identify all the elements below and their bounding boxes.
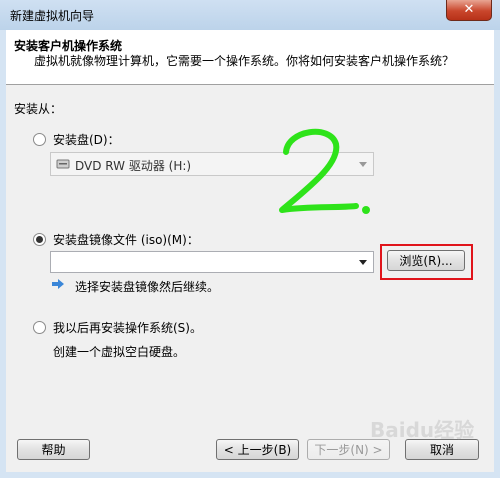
close-icon: ✕: [463, 2, 475, 17]
install-from-label: 安装从：: [14, 102, 63, 116]
page-title: 安装客户机操作系统: [14, 39, 123, 53]
handwritten-annotation: [279, 128, 370, 214]
later-radio-label[interactable]: 我以后再安装操作系统(S)。: [53, 319, 202, 336]
disc-drive-icon: [56, 159, 70, 169]
iso-radio-label[interactable]: 安装盘镜像文件 (iso)(M)：: [53, 231, 199, 248]
help-button[interactable]: 帮助: [17, 439, 90, 460]
drive-value: DVD RW 驱动器 (H:): [75, 159, 192, 173]
page-subtitle: 虚拟机就像物理计算机，它需要一个操作系统。你将如何安装客户机操作系统？: [34, 54, 455, 68]
chevron-down-icon: [359, 260, 367, 265]
watermark-logo: Baidu经验: [370, 418, 475, 442]
iso-radio[interactable]: [33, 233, 46, 246]
later-description: 创建一个虚拟空白硬盘。: [53, 345, 186, 359]
window-title: 新建虚拟机向导: [10, 9, 95, 23]
wizard-header: 安装客户机操作系统 虚拟机就像物理计算机，它需要一个操作系统。你将如何安装客户机…: [6, 30, 494, 85]
wizard-body: 安装客户机操作系统 虚拟机就像物理计算机，它需要一个操作系统。你将如何安装客户机…: [6, 30, 494, 472]
close-button[interactable]: ✕: [446, 0, 492, 21]
later-radio[interactable]: [33, 321, 46, 334]
info-arrow-icon: [52, 279, 64, 289]
back-button[interactable]: < 上一步(B): [216, 439, 299, 460]
browse-button[interactable]: 浏览(R)...: [387, 250, 465, 271]
wizard-window: 新建虚拟机向导 ✕ 安装客户机操作系统 虚拟机就像物理计算机，它需要一个操作系统…: [0, 0, 500, 478]
disc-radio[interactable]: [33, 133, 46, 146]
title-bar: 新建虚拟机向导 ✕: [0, 0, 500, 30]
iso-hint-text: 选择安装盘镜像然后继续。: [75, 280, 220, 294]
iso-path-input[interactable]: [50, 251, 374, 273]
disc-radio-label[interactable]: 安装盘(D)：: [53, 131, 120, 148]
